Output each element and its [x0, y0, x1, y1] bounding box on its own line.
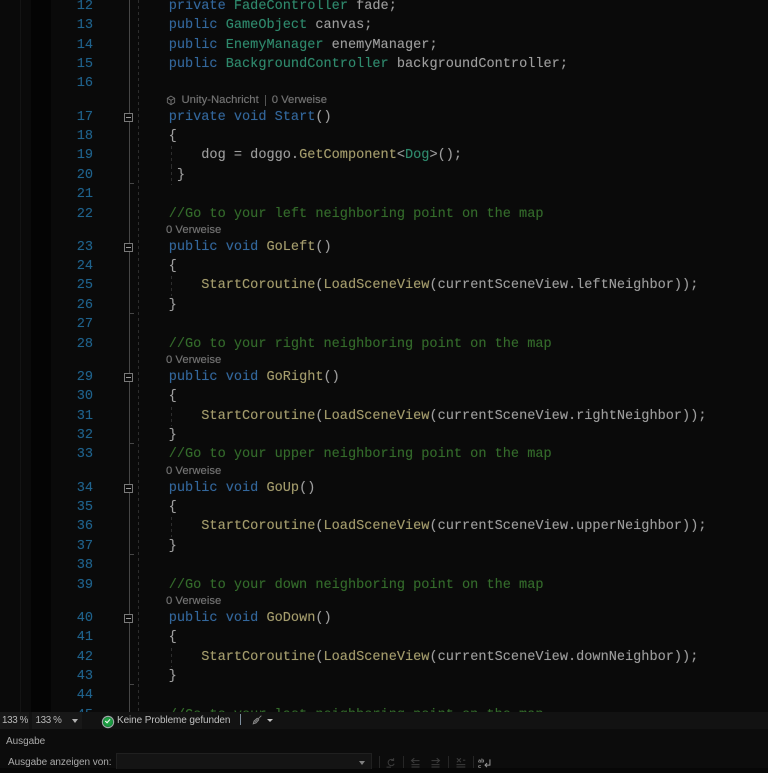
svg-text:c: c — [478, 764, 481, 770]
